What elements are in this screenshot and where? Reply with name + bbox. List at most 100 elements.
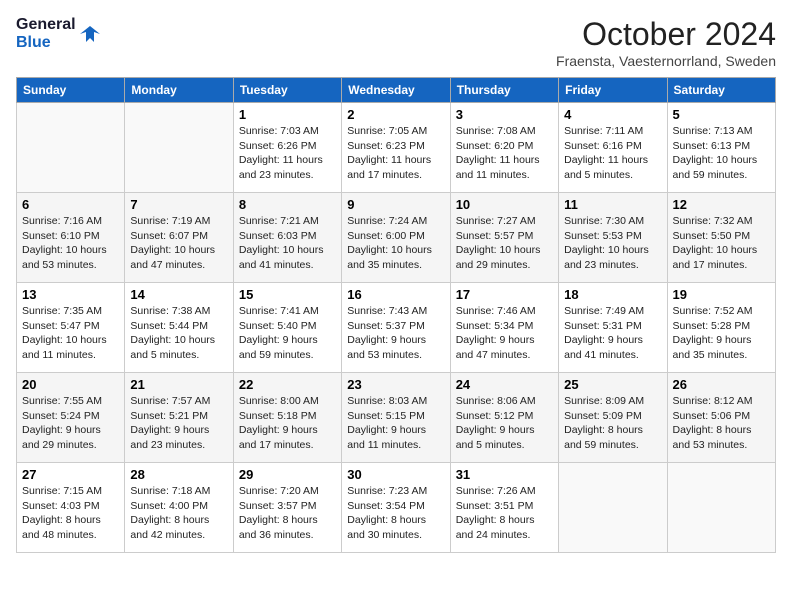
day-number: 15 <box>239 287 336 302</box>
calendar-cell <box>559 463 667 553</box>
cell-info: Sunrise: 7:20 AM Sunset: 3:57 PM Dayligh… <box>239 484 336 543</box>
calendar-week-row: 13Sunrise: 7:35 AM Sunset: 5:47 PM Dayli… <box>17 283 776 373</box>
day-number: 25 <box>564 377 661 392</box>
day-number: 30 <box>347 467 444 482</box>
calendar-week-row: 1Sunrise: 7:03 AM Sunset: 6:26 PM Daylig… <box>17 103 776 193</box>
calendar-cell: 8 Sunrise: 7:21 AM Sunset: 6:03 PM Daylig… <box>233 193 341 283</box>
calendar-cell: 1Sunrise: 7:03 AM Sunset: 6:26 PM Daylig… <box>233 103 341 193</box>
cell-info: Sunrise: 7:23 AM Sunset: 3:54 PM Dayligh… <box>347 484 444 543</box>
calendar-cell: 10 Sunrise: 7:27 AM Sunset: 5:57 PM Dayli… <box>450 193 558 283</box>
cell-info: Sunrise: 7:19 AM Sunset: 6:07 PM Dayligh… <box>130 214 227 273</box>
calendar-cell: 23Sunrise: 8:03 AM Sunset: 5:15 PM Dayli… <box>342 373 450 463</box>
calendar-cell: 16Sunrise: 7:43 AM Sunset: 5:37 PM Dayli… <box>342 283 450 373</box>
cell-info: Sunrise: 7:41 AM Sunset: 5:40 PM Dayligh… <box>239 304 336 363</box>
logo-text: General Blue <box>16 16 76 51</box>
day-number: 18 <box>564 287 661 302</box>
calendar-week-row: 6 Sunrise: 7:16 AM Sunset: 6:10 PM Daylig… <box>17 193 776 283</box>
day-number: 7 <box>130 197 227 212</box>
cell-info: Sunrise: 7:15 AM Sunset: 4:03 PM Dayligh… <box>22 484 119 543</box>
calendar-cell: 24Sunrise: 8:06 AM Sunset: 5:12 PM Dayli… <box>450 373 558 463</box>
day-number: 28 <box>130 467 227 482</box>
calendar-cell: 2Sunrise: 7:05 AM Sunset: 6:23 PM Daylig… <box>342 103 450 193</box>
cell-info: Sunrise: 7:43 AM Sunset: 5:37 PM Dayligh… <box>347 304 444 363</box>
cell-info: Sunrise: 7:11 AM Sunset: 6:16 PM Dayligh… <box>564 124 661 183</box>
day-number: 23 <box>347 377 444 392</box>
calendar-cell: 30 Sunrise: 7:23 AM Sunset: 3:54 PM Dayli… <box>342 463 450 553</box>
cell-info: Sunrise: 7:03 AM Sunset: 6:26 PM Dayligh… <box>239 124 336 183</box>
title-block: October 2024 Fraensta, Vaesternorrland, … <box>556 16 776 69</box>
day-number: 12 <box>673 197 770 212</box>
calendar-cell: 15 Sunrise: 7:41 AM Sunset: 5:40 PM Dayli… <box>233 283 341 373</box>
cell-info: Sunrise: 7:49 AM Sunset: 5:31 PM Dayligh… <box>564 304 661 363</box>
cell-info: Sunrise: 7:08 AM Sunset: 6:20 PM Dayligh… <box>456 124 553 183</box>
day-number: 5 <box>673 107 770 122</box>
cell-info: Sunrise: 7:57 AM Sunset: 5:21 PM Dayligh… <box>130 394 227 453</box>
day-number: 2 <box>347 107 444 122</box>
calendar-cell: 3 Sunrise: 7:08 AM Sunset: 6:20 PM Daylig… <box>450 103 558 193</box>
cell-info: Sunrise: 7:21 AM Sunset: 6:03 PM Dayligh… <box>239 214 336 273</box>
calendar-cell: 14 Sunrise: 7:38 AM Sunset: 5:44 PM Dayli… <box>125 283 233 373</box>
calendar-cell: 28 Sunrise: 7:18 AM Sunset: 4:00 PM Dayli… <box>125 463 233 553</box>
calendar-cell: 11Sunrise: 7:30 AM Sunset: 5:53 PM Dayli… <box>559 193 667 283</box>
day-number: 26 <box>673 377 770 392</box>
day-number: 9 <box>347 197 444 212</box>
logo-general: General <box>16 16 76 33</box>
calendar-cell: 4 Sunrise: 7:11 AM Sunset: 6:16 PM Daylig… <box>559 103 667 193</box>
calendar-cell: 31 Sunrise: 7:26 AM Sunset: 3:51 PM Dayli… <box>450 463 558 553</box>
logo-blue: Blue <box>16 34 51 51</box>
calendar-cell <box>667 463 775 553</box>
day-number: 29 <box>239 467 336 482</box>
calendar-cell: 22Sunrise: 8:00 AM Sunset: 5:18 PM Dayli… <box>233 373 341 463</box>
cell-info: Sunrise: 7:16 AM Sunset: 6:10 PM Dayligh… <box>22 214 119 273</box>
day-number: 19 <box>673 287 770 302</box>
calendar-cell: 12 Sunrise: 7:32 AM Sunset: 5:50 PM Dayli… <box>667 193 775 283</box>
header-saturday: Saturday <box>667 78 775 103</box>
calendar-cell: 26Sunrise: 8:12 AM Sunset: 5:06 PM Dayli… <box>667 373 775 463</box>
calendar-cell: 21 Sunrise: 7:57 AM Sunset: 5:21 PM Dayli… <box>125 373 233 463</box>
header-tuesday: Tuesday <box>233 78 341 103</box>
calendar-cell: 27 Sunrise: 7:15 AM Sunset: 4:03 PM Dayli… <box>17 463 125 553</box>
logo-bird-icon <box>80 24 100 44</box>
calendar-cell: 7 Sunrise: 7:19 AM Sunset: 6:07 PM Daylig… <box>125 193 233 283</box>
page-header: General Blue October 2024 Fraensta, Vaes… <box>16 16 776 69</box>
calendar-cell: 25 Sunrise: 8:09 AM Sunset: 5:09 PM Dayli… <box>559 373 667 463</box>
day-number: 20 <box>22 377 119 392</box>
calendar-cell <box>17 103 125 193</box>
calendar-week-row: 27 Sunrise: 7:15 AM Sunset: 4:03 PM Dayli… <box>17 463 776 553</box>
cell-info: Sunrise: 7:38 AM Sunset: 5:44 PM Dayligh… <box>130 304 227 363</box>
day-number: 17 <box>456 287 553 302</box>
cell-info: Sunrise: 7:52 AM Sunset: 5:28 PM Dayligh… <box>673 304 770 363</box>
header-friday: Friday <box>559 78 667 103</box>
location: Fraensta, Vaesternorrland, Sweden <box>556 53 776 69</box>
cell-info: Sunrise: 8:09 AM Sunset: 5:09 PM Dayligh… <box>564 394 661 453</box>
day-number: 21 <box>130 377 227 392</box>
day-number: 31 <box>456 467 553 482</box>
header-thursday: Thursday <box>450 78 558 103</box>
day-number: 8 <box>239 197 336 212</box>
day-number: 6 <box>22 197 119 212</box>
calendar-cell: 20Sunrise: 7:55 AM Sunset: 5:24 PM Dayli… <box>17 373 125 463</box>
calendar-cell: 18 Sunrise: 7:49 AM Sunset: 5:31 PM Dayli… <box>559 283 667 373</box>
cell-info: Sunrise: 7:32 AM Sunset: 5:50 PM Dayligh… <box>673 214 770 273</box>
cell-info: Sunrise: 7:26 AM Sunset: 3:51 PM Dayligh… <box>456 484 553 543</box>
calendar-cell: 6 Sunrise: 7:16 AM Sunset: 6:10 PM Daylig… <box>17 193 125 283</box>
calendar-cell: 29 Sunrise: 7:20 AM Sunset: 3:57 PM Dayli… <box>233 463 341 553</box>
day-number: 27 <box>22 467 119 482</box>
day-number: 3 <box>456 107 553 122</box>
day-number: 14 <box>130 287 227 302</box>
calendar-cell: 19 Sunrise: 7:52 AM Sunset: 5:28 PM Dayli… <box>667 283 775 373</box>
cell-info: Sunrise: 7:27 AM Sunset: 5:57 PM Dayligh… <box>456 214 553 273</box>
cell-info: Sunrise: 7:30 AM Sunset: 5:53 PM Dayligh… <box>564 214 661 273</box>
calendar-week-row: 20Sunrise: 7:55 AM Sunset: 5:24 PM Dayli… <box>17 373 776 463</box>
calendar-cell: 5Sunrise: 7:13 AM Sunset: 6:13 PM Daylig… <box>667 103 775 193</box>
day-number: 24 <box>456 377 553 392</box>
cell-info: Sunrise: 7:35 AM Sunset: 5:47 PM Dayligh… <box>22 304 119 363</box>
day-number: 22 <box>239 377 336 392</box>
calendar-cell: 13Sunrise: 7:35 AM Sunset: 5:47 PM Dayli… <box>17 283 125 373</box>
header-monday: Monday <box>125 78 233 103</box>
calendar-header-row: SundayMondayTuesdayWednesdayThursdayFrid… <box>17 78 776 103</box>
day-number: 10 <box>456 197 553 212</box>
cell-info: Sunrise: 7:18 AM Sunset: 4:00 PM Dayligh… <box>130 484 227 543</box>
cell-info: Sunrise: 7:24 AM Sunset: 6:00 PM Dayligh… <box>347 214 444 273</box>
day-number: 4 <box>564 107 661 122</box>
